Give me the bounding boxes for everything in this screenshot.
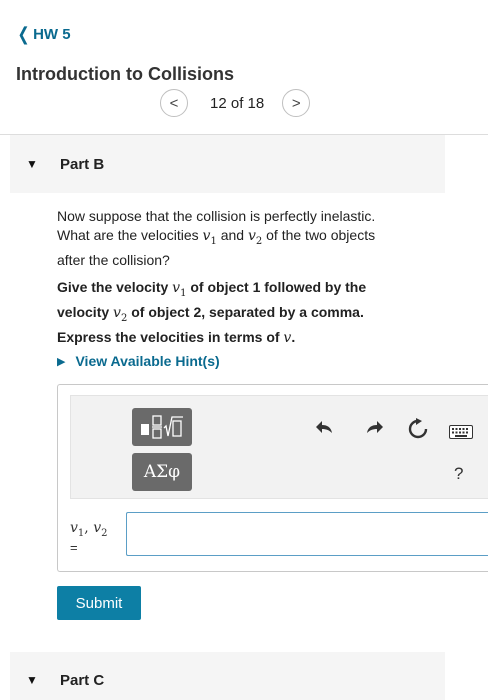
undo-icon[interactable] [315, 418, 335, 442]
page: ❮ HW 5 Introduction to Collisions < 12 o… [0, 0, 488, 700]
chevron-left-icon: ❮ [17, 24, 30, 44]
math-var-v2: v2 [247, 228, 263, 247]
view-hints-label: View Available Hint(s) [75, 353, 220, 369]
redo-icon[interactable] [364, 418, 384, 442]
answer-input[interactable] [126, 512, 488, 556]
caret-down-icon: ▼ [26, 157, 38, 171]
pager: < 12 of 18 > [160, 88, 311, 118]
submit-button[interactable]: Submit [57, 586, 141, 620]
page-title: Introduction to Collisions [16, 64, 234, 84]
math-var-v2: v2 [113, 304, 128, 324]
question-text-fragment: and [216, 227, 248, 243]
instructions-fragment: Give the velocity [57, 279, 173, 295]
question-line: after the collision? [57, 251, 170, 268]
templates-icon [141, 415, 183, 439]
previous-button[interactable]: < [160, 89, 188, 117]
caret-right-icon: ▶ [57, 355, 66, 368]
part-c-label: Part C [60, 671, 105, 689]
question-text-fragment: of the two objects [262, 227, 376, 243]
question-text: Now suppose that the collision is perfec… [57, 207, 432, 270]
question-line: What are the velocities [57, 227, 203, 243]
instructions-text: Give the velocity v1 of object 1 followe… [57, 278, 437, 348]
help-icon[interactable]: ? [454, 464, 463, 484]
instructions-fragment: velocity [57, 303, 114, 320]
part-b-label: Part B [60, 155, 105, 173]
keyboard-icon[interactable] [449, 423, 473, 443]
math-var-v1: v1 [172, 280, 187, 299]
chevron-right-icon: > [291, 94, 301, 112]
math-toolbar: ΑΣφ ? [70, 395, 488, 499]
reset-icon[interactable] [407, 418, 429, 444]
instructions-fragment: of object 2, separated by a comma. [127, 303, 364, 320]
question-line: Now suppose that the collision is perfec… [57, 208, 376, 224]
symbols-label: ΑΣφ [143, 462, 181, 482]
part-c-header[interactable]: ▼ Part C [10, 652, 445, 700]
templates-button[interactable] [132, 408, 192, 446]
part-b-header[interactable]: ▼ Part B [10, 135, 445, 193]
back-link[interactable]: ❮ HW 5 [16, 25, 71, 43]
view-hints-link[interactable]: ▶ View Available Hint(s) [57, 353, 220, 369]
instructions-fragment: of object 1 followed by the [186, 279, 367, 295]
caret-down-icon: ▼ [26, 673, 38, 687]
chevron-left-icon: < [169, 94, 179, 112]
next-button[interactable]: > [282, 89, 311, 117]
instructions-fragment: Express the velocities in terms of [57, 328, 284, 345]
pager-text: 12 of 18 [210, 94, 265, 112]
symbols-button[interactable]: ΑΣφ [132, 453, 192, 491]
instructions-fragment: . [291, 328, 296, 345]
answer-equals: = [70, 540, 78, 555]
math-var-v1: v1 [202, 228, 217, 247]
back-link-label: HW 5 [33, 25, 71, 43]
